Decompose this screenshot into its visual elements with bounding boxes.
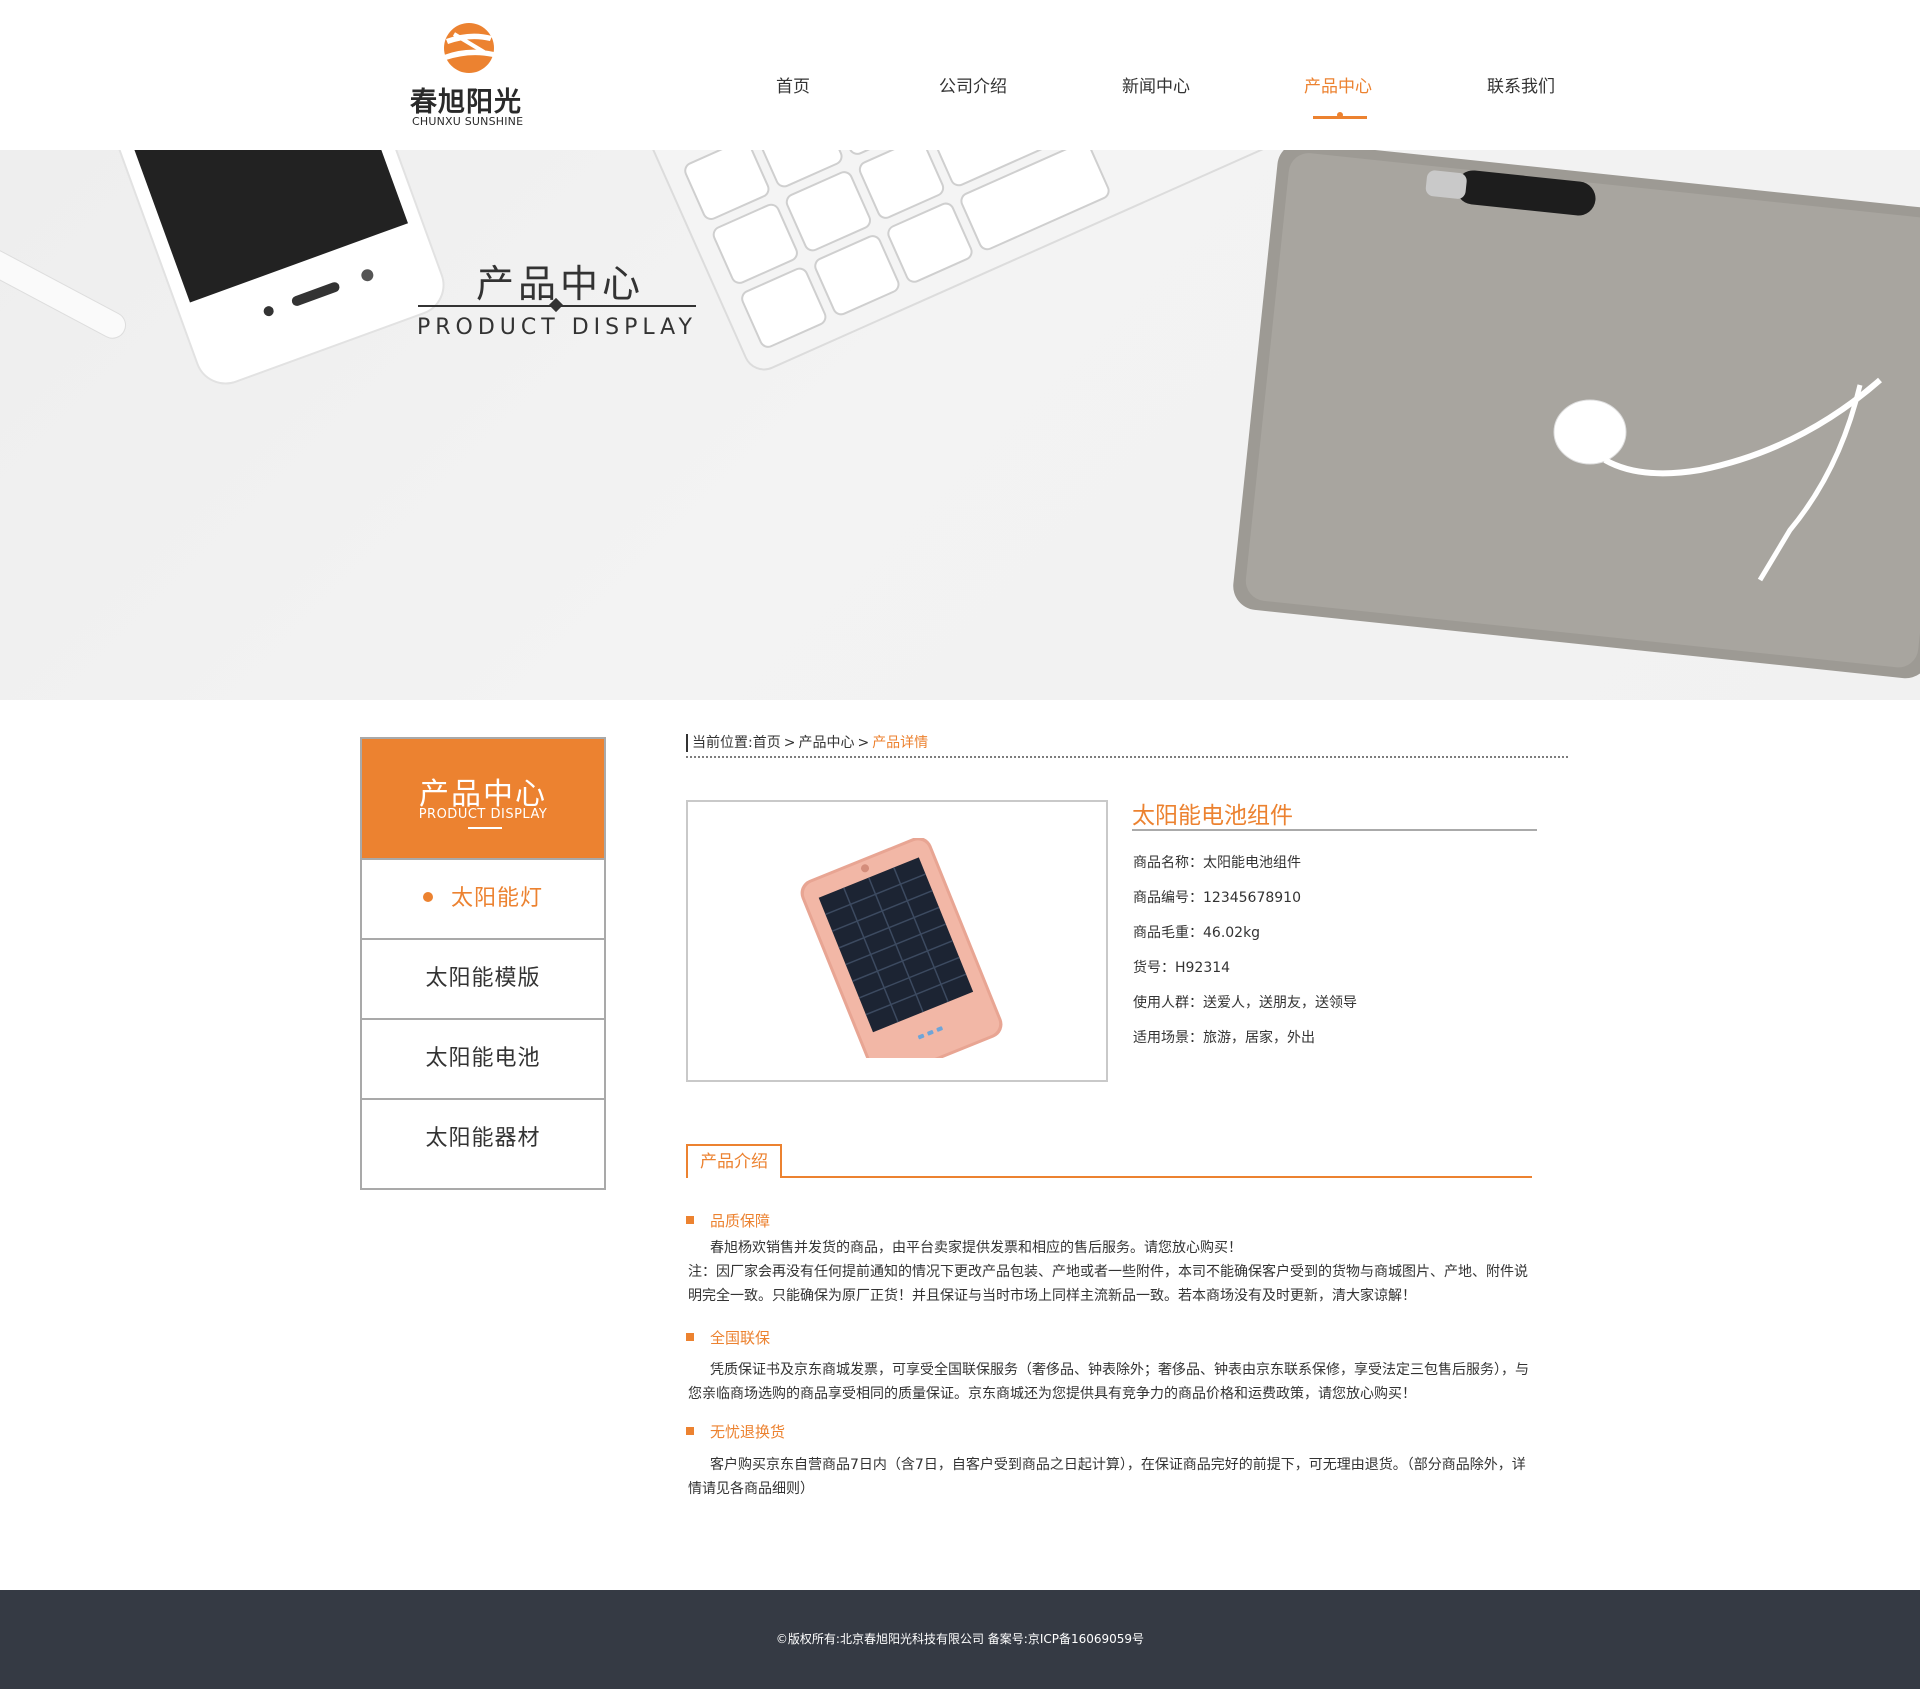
section-heading-returns: 无忧退换货 [686, 1421, 785, 1442]
section-paragraph: 注：因厂家会再没有任何提前通知的情况下更改产品包装、产地或者一些附件，本司不能确… [688, 1264, 1528, 1304]
section-heading-label: 无忧退换货 [710, 1423, 786, 1441]
sidebar-item-label: 太阳能器材 [425, 1126, 541, 1151]
sidebar-item-solar-template[interactable]: 太阳能模版 [362, 938, 604, 1018]
section-heading-quality: 品质保障 [686, 1210, 770, 1231]
banner-desk-illustration [0, 150, 1920, 679]
breadcrumb: 当前位置:首页 > 产品中心 > 产品详情 [686, 734, 928, 752]
breadcrumb-separator: > [783, 735, 796, 751]
breadcrumb-divider [686, 756, 1568, 758]
intro-tab-line [782, 1176, 1532, 1178]
nav-item-products[interactable]: 产品中心 [1304, 72, 1372, 97]
nav-item-news[interactable]: 新闻中心 [1122, 72, 1190, 97]
sidebar-item-solar-battery[interactable]: 太阳能电池 [362, 1018, 604, 1098]
square-bullet-icon [686, 1216, 694, 1224]
spec-weight: 商品毛重：46.02kg [1133, 925, 1261, 941]
sidebar-item-label: 太阳能电池 [425, 1046, 541, 1071]
sidebar-item-solar-equipment[interactable]: 太阳能器材 [362, 1098, 604, 1178]
tab-product-intro[interactable]: 产品介绍 [686, 1144, 782, 1178]
breadcrumb-link-products[interactable]: 产品中心 [798, 735, 854, 751]
site-header: 春旭阳光 CHUNXU SUNSHINE 首页 公司介绍 新闻中心 产品中心 联… [0, 0, 1920, 150]
section-paragraph: 客户购买京东自营商品7日内（含7日，自客户受到商品之日起计算），在保证商品完好的… [688, 1457, 1526, 1497]
product-image [800, 838, 1003, 1058]
nav-item-home[interactable]: 首页 [776, 72, 810, 97]
section-heading-label: 全国联保 [710, 1329, 771, 1347]
nav-item-contact[interactable]: 联系我们 [1487, 72, 1555, 97]
hero-banner: 产品中心 PRODUCT DISPLAY [0, 150, 1920, 700]
sidebar-title-underline [468, 827, 502, 829]
nav-item-about[interactable]: 公司介绍 [939, 72, 1007, 97]
footer-copyright: ©版权所有:北京春旭阳光科技有限公司 备案号:京ICP备16069059号 [775, 1632, 1145, 1646]
square-bullet-icon [686, 1427, 694, 1435]
main-nav: 首页 公司介绍 新闻中心 产品中心 联系我们 [0, 0, 1920, 150]
nav-active-indicator [1313, 112, 1367, 119]
banner-title-cn: 产品中心 [476, 262, 645, 306]
section-paragraph: 凭质保证书及京东商城发票，可享受全国联保服务（奢侈品、钟表除外；奢侈品、钟表由京… [688, 1362, 1529, 1402]
category-sidebar: 产品中心 PRODUCT DISPLAY 太阳能灯 太阳能模版 太阳能电池 太阳… [360, 737, 606, 1190]
breadcrumb-link-home[interactable]: 首页 [753, 735, 781, 751]
banner-title-en: PRODUCT DISPLAY [417, 315, 697, 340]
breadcrumb-prefix: 当前位置: [692, 735, 753, 751]
site-footer: ©版权所有:北京春旭阳光科技有限公司 备案号:京ICP备16069059号 [0, 1590, 1920, 1689]
sidebar-title-en: PRODUCT DISPLAY [418, 807, 548, 822]
product-title-underline [1132, 829, 1537, 831]
product-image-frame[interactable] [686, 800, 1108, 1082]
spec-name: 商品名称：太阳能电池组件 [1133, 855, 1301, 871]
spec-audience: 使用人群：送爱人，送朋友，送领导 [1133, 995, 1357, 1011]
dot-icon [422, 892, 433, 902]
section-heading-label: 品质保障 [710, 1212, 771, 1230]
square-bullet-icon [686, 1333, 694, 1341]
breadcrumb-separator: > [857, 735, 870, 751]
breadcrumb-current: 产品详情 [872, 735, 929, 751]
sidebar-item-label: 太阳能灯 [450, 886, 543, 911]
spec-sku: 商品编号：12345678910 [1133, 890, 1301, 906]
sidebar-item-label: 太阳能模版 [425, 966, 541, 991]
product-title: 太阳能电池组件 [1132, 803, 1293, 829]
section-paragraph: 春旭杨欢销售并发货的商品，由平台卖家提供发票和相应的售后服务。请您放心购买！ [710, 1240, 1242, 1256]
section-heading-warranty: 全国联保 [686, 1327, 770, 1348]
spec-item-no: 货号：H92314 [1133, 960, 1231, 976]
spec-scenario: 适用场景：旅游，居家，外出 [1133, 1030, 1315, 1046]
sidebar-header: 产品中心 PRODUCT DISPLAY [362, 739, 604, 858]
sidebar-item-solar-lamp[interactable]: 太阳能灯 [362, 858, 604, 938]
